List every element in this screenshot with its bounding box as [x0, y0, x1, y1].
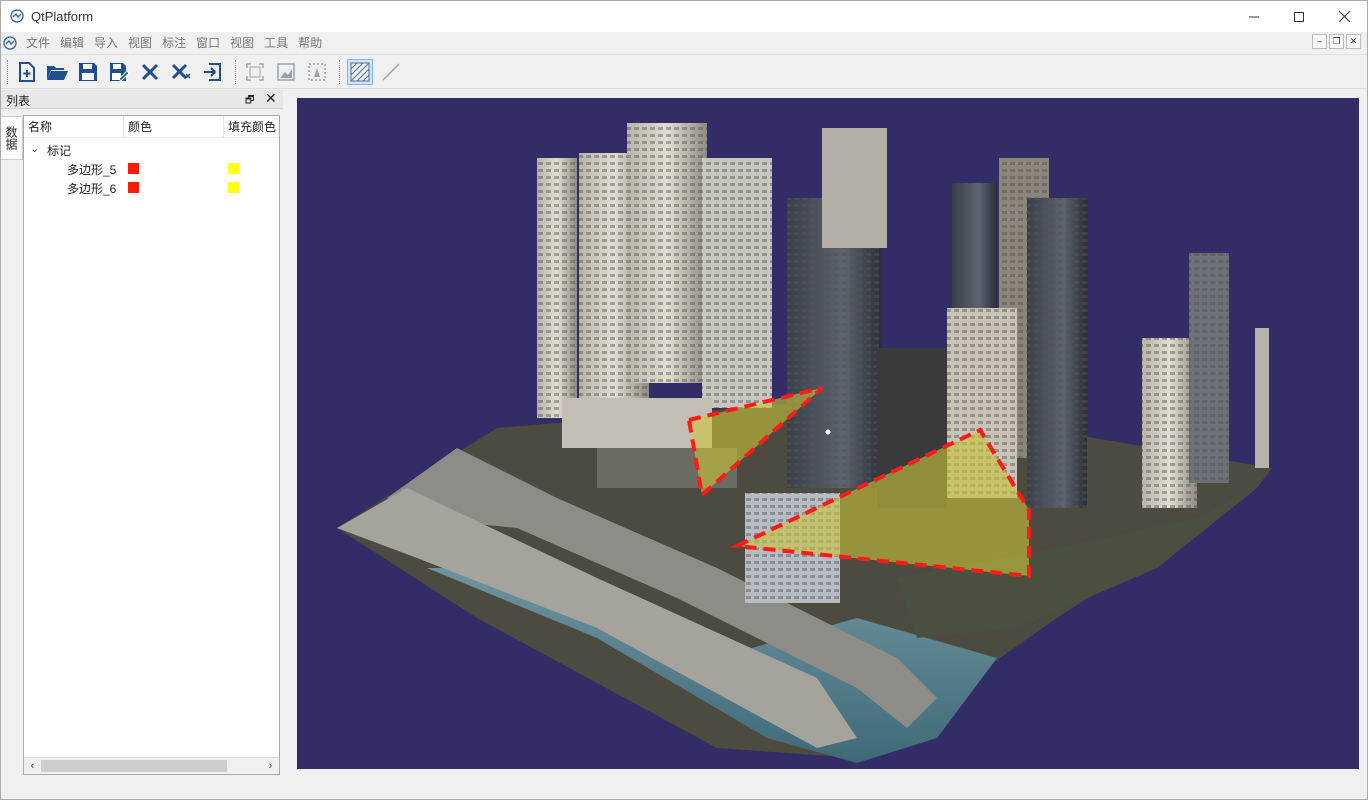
- mdi-minimize-button[interactable]: –: [1312, 34, 1327, 49]
- save-icon: [79, 63, 97, 81]
- save-as-icon: [110, 63, 130, 82]
- line-draw-button[interactable]: [378, 59, 404, 85]
- dock-float-icon[interactable]: 🗗: [245, 93, 254, 110]
- menu-import[interactable]: 导入: [89, 32, 123, 54]
- menu-edit[interactable]: 编辑: [55, 32, 89, 54]
- menu-help[interactable]: 帮助: [293, 32, 327, 54]
- exit-button[interactable]: [199, 59, 225, 85]
- minimize-icon: [1249, 16, 1259, 17]
- menu-view-2[interactable]: 视图: [225, 32, 259, 54]
- fill-color-swatch[interactable]: [228, 163, 239, 174]
- close-button[interactable]: [137, 59, 163, 85]
- polygon-fill-button[interactable]: [347, 59, 373, 85]
- horizontal-scrollbar[interactable]: ‹ ›: [24, 757, 279, 774]
- close-icon: [1338, 11, 1350, 22]
- tree-row[interactable]: 多边形_6: [24, 178, 279, 197]
- menu-file[interactable]: 文件: [21, 32, 55, 54]
- mdi-close-button[interactable]: ✕: [1346, 34, 1361, 49]
- scroll-left-icon[interactable]: ‹: [24, 758, 41, 774]
- 3d-viewport[interactable]: [297, 98, 1359, 769]
- tower-13: [1255, 328, 1269, 468]
- save-as-button[interactable]: [106, 59, 132, 85]
- outline-color-swatch[interactable]: [128, 182, 139, 193]
- mdi-restore-button[interactable]: ❐: [1329, 34, 1344, 49]
- app-logo-icon: [10, 9, 24, 23]
- menu-tools[interactable]: 工具: [259, 32, 293, 54]
- menu-view[interactable]: 视图: [123, 32, 157, 54]
- line-draw-icon: [382, 63, 400, 81]
- open-button[interactable]: [44, 59, 70, 85]
- toolbar-grip: [7, 60, 9, 84]
- window-title: QtPlatform: [31, 9, 94, 24]
- city-model-scene: [337, 123, 1272, 763]
- toolbar-separator: [235, 60, 237, 84]
- new-file-icon: [19, 62, 35, 82]
- mdi-system-icon[interactable]: [3, 36, 17, 50]
- menu-annotate[interactable]: 标注: [157, 32, 191, 54]
- screenshot-icon: [308, 63, 326, 81]
- fill-color-swatch[interactable]: [228, 182, 239, 193]
- tree-row[interactable]: 多边形_5: [24, 159, 279, 178]
- screenshot-button[interactable]: [304, 59, 330, 85]
- scroll-thumb[interactable]: [41, 760, 227, 772]
- exit-icon: [204, 63, 221, 81]
- menu-window[interactable]: 窗口: [191, 32, 225, 54]
- toolbar-separator-2: [339, 60, 341, 84]
- polygon-name: 多边形_5: [67, 163, 117, 177]
- column-fill-color[interactable]: 填充颜色: [224, 116, 279, 138]
- close-all-icon: [171, 63, 191, 80]
- maximize-icon: [1294, 11, 1304, 22]
- dock-header: 列表 🗗 ✕: [1, 90, 283, 109]
- minimize-button[interactable]: [1231, 1, 1277, 32]
- new-file-button[interactable]: [14, 59, 40, 85]
- center-marker: [825, 429, 831, 435]
- image-view-button[interactable]: [273, 59, 299, 85]
- save-button[interactable]: [75, 59, 101, 85]
- close-window-button[interactable]: [1321, 1, 1367, 32]
- main-toolbar: [1, 54, 1367, 89]
- status-bar: [1, 776, 1367, 799]
- tree-header: 名称 颜色 填充颜色: [24, 116, 279, 138]
- dock-title: 列表: [6, 94, 31, 108]
- title-bar: QtPlatform: [1, 1, 1367, 32]
- list-dock-panel: 列表 🗗 ✕ 名称 颜色 填充颜色 ⌄ 标记 多边形_5 多边形_6 ‹ ›: [1, 90, 283, 776]
- polygon-name: 多边形_6: [67, 182, 117, 196]
- fit-view-button[interactable]: [242, 59, 268, 85]
- polygon-fill-icon: [350, 62, 370, 82]
- tower-6: [822, 128, 887, 248]
- fit-view-icon: [246, 63, 264, 81]
- outline-color-swatch[interactable]: [128, 163, 139, 174]
- column-color[interactable]: 颜色: [124, 116, 224, 138]
- chevron-down-icon[interactable]: ⌄: [30, 142, 39, 155]
- image-view-icon: [277, 63, 295, 81]
- close-x-icon: [141, 63, 159, 81]
- tree-root-row[interactable]: ⌄ 标记: [24, 140, 279, 159]
- tree-root-label: 标记: [47, 144, 72, 158]
- open-folder-icon: [47, 66, 68, 80]
- menu-bar: 文件 编辑 导入 视图 标注 窗口 视图 工具 帮助 – ❐ ✕: [1, 32, 1367, 54]
- marker-tree[interactable]: 名称 颜色 填充颜色 ⌄ 标记 多边形_5 多边形_6 ‹ ›: [23, 115, 280, 775]
- close-all-button[interactable]: [168, 59, 194, 85]
- maximize-button[interactable]: [1276, 1, 1322, 32]
- column-name[interactable]: 名称: [24, 116, 124, 138]
- dock-close-icon[interactable]: ✕: [265, 90, 277, 107]
- scroll-right-icon[interactable]: ›: [262, 758, 279, 774]
- app-window: QtPlatform 文件 编辑 导入 视图 标注 窗口 视图 工具 帮助 –: [0, 0, 1368, 800]
